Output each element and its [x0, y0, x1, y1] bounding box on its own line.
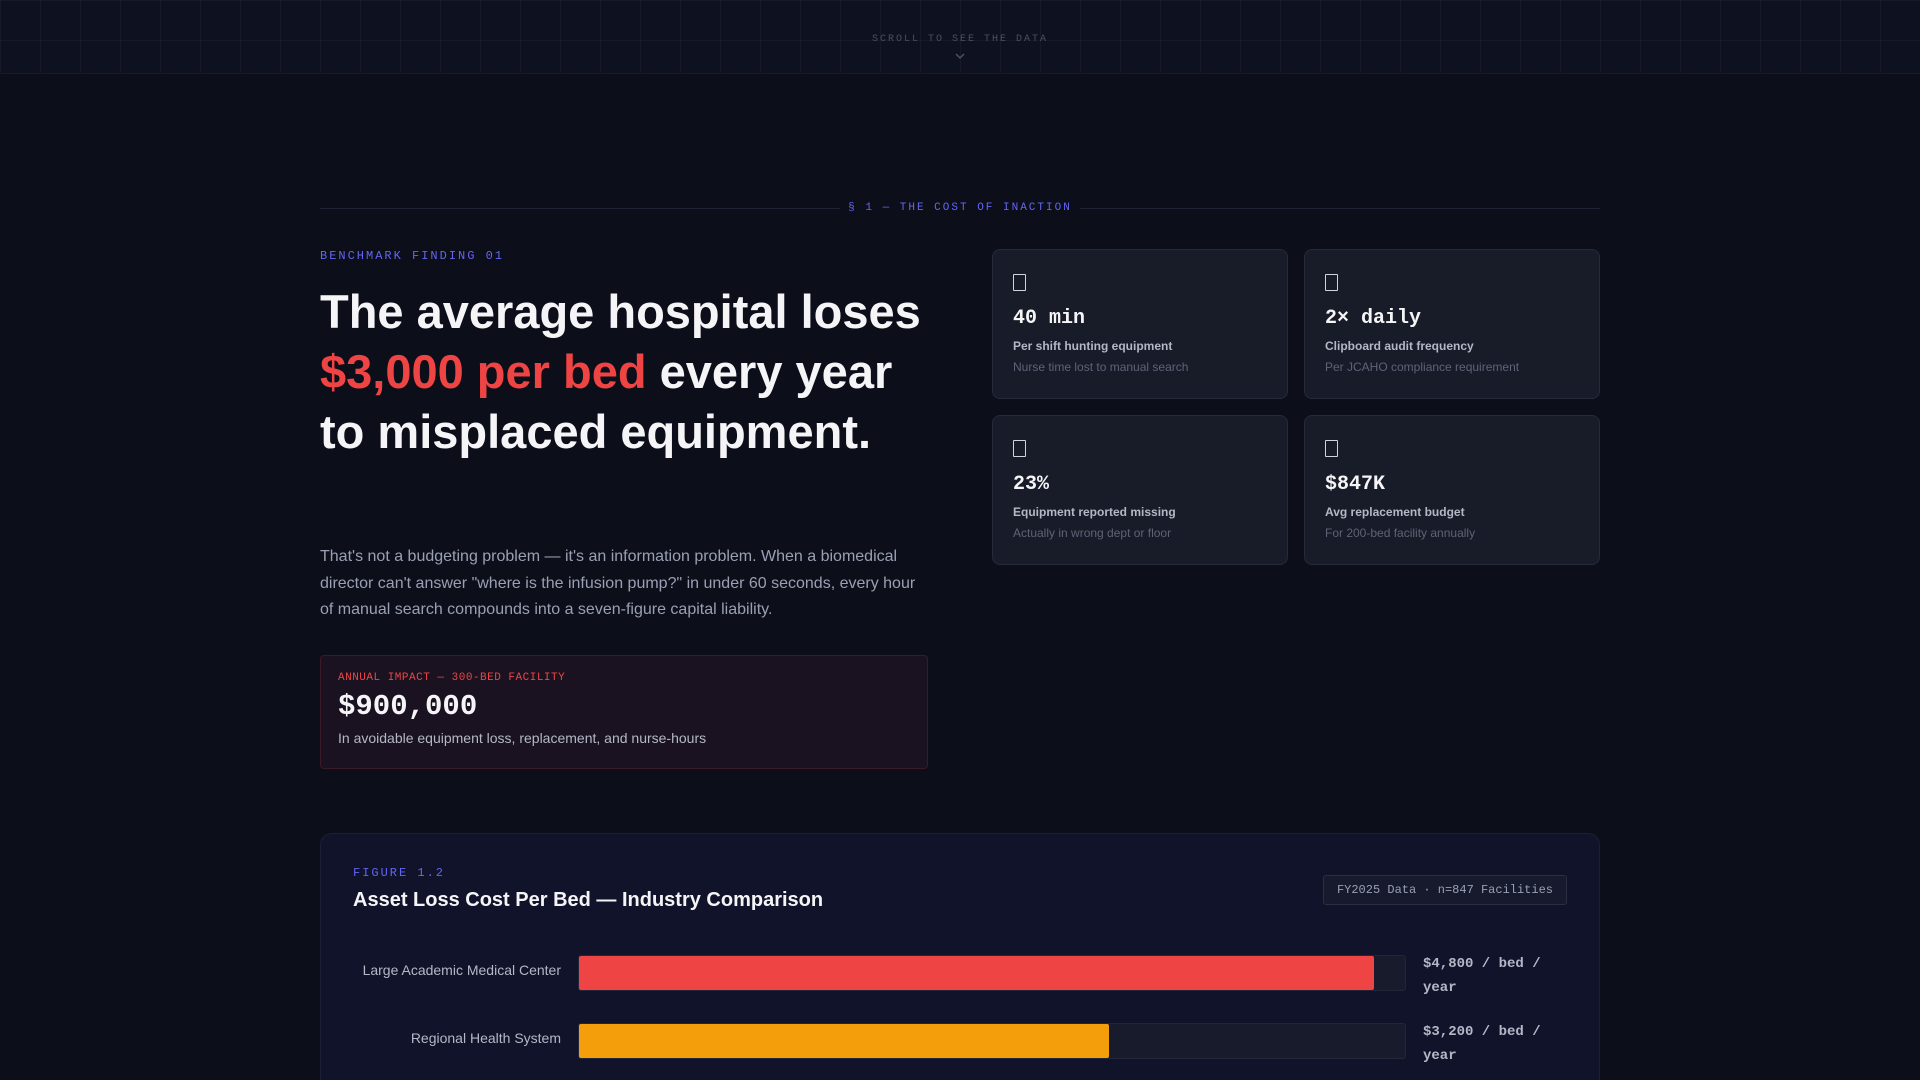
- data-source-badge: FY2025 Data · n=847 Facilities: [1322, 875, 1567, 905]
- stat-title: Per shift hunting equipment: [1013, 339, 1173, 353]
- bar-row: Large Academic Medical Center $4,800 / be…: [321, 952, 1601, 996]
- bar-row: Regional Health System $3,200 / bed / yea…: [321, 1020, 1601, 1064]
- stat-value: 40 min: [1013, 307, 1086, 330]
- stat-card-shift-time: 40 min Per shift hunting equipment Nurse…: [992, 249, 1288, 399]
- stat-card-audit-frequency: 2× daily Clipboard audit frequency Per J…: [1304, 249, 1600, 399]
- bar-category-label: Regional Health System: [410, 1030, 561, 1046]
- stat-subtitle: Nurse time lost to manual search: [1013, 360, 1189, 374]
- clipboard-icon: [1013, 274, 1026, 291]
- clipboard-icon: [1325, 440, 1338, 457]
- stat-value: 2× daily: [1325, 307, 1422, 330]
- bar-value-label: $3,200 / bed / year: [1423, 1024, 1541, 1064]
- stat-subtitle: Actually in wrong dept or floor: [1013, 526, 1172, 540]
- annual-impact-callout: ANNUAL IMPACT — 300-BED FACILITY $900,00…: [320, 655, 928, 769]
- bar: [579, 956, 1374, 990]
- stat-subtitle: Per JCAHO compliance requirement: [1325, 360, 1520, 374]
- impact-label: ANNUAL IMPACT — 300-BED FACILITY: [338, 672, 566, 684]
- bar-category-label: Large Academic Medical Center: [362, 962, 561, 978]
- bar: [579, 1024, 1109, 1058]
- hero-body: That's not a budgeting problem — it's an…: [320, 548, 916, 618]
- chevron-down-icon[interactable]: [954, 50, 966, 62]
- stat-card-replacement-budget: $847K Avg replacement budget For 200-bed…: [1304, 415, 1600, 565]
- headline-accent: $3,000 per bed: [320, 345, 647, 398]
- bar-track: [578, 1023, 1406, 1059]
- section-label: § 1 — THE COST OF INACTION: [848, 202, 1072, 214]
- headline-text: The average hospital loses: [320, 285, 921, 338]
- stat-title: Equipment reported missing: [1013, 505, 1176, 519]
- impact-description: In avoidable equipment loss, replacement…: [338, 730, 707, 746]
- stat-title: Clipboard audit frequency: [1325, 339, 1474, 353]
- bar-value-label: $4,800 / bed / year: [1423, 956, 1541, 996]
- figure-title: Asset Loss Cost Per Bed — Industry Compa…: [353, 889, 824, 911]
- benchmark-eyebrow: BENCHMARK FINDING 01: [320, 249, 505, 263]
- stat-subtitle: For 200-bed facility annually: [1325, 526, 1476, 540]
- scroll-hint: SCROLL TO SEE THE DATA: [871, 34, 1049, 45]
- page-headline: The average hospital loses $3,000 per be…: [320, 282, 940, 462]
- stat-title: Avg replacement budget: [1325, 505, 1465, 519]
- stat-value: 23%: [1013, 473, 1050, 496]
- stat-card-missing-equipment: 23% Equipment reported missing Actually …: [992, 415, 1288, 565]
- bar-track: [578, 955, 1406, 991]
- stat-value: $847K: [1325, 473, 1386, 496]
- clipboard-icon: [1325, 274, 1338, 291]
- impact-value: $900,000: [338, 690, 478, 723]
- figure-eyebrow: FIGURE 1.2: [353, 866, 446, 880]
- clipboard-icon: [1013, 440, 1026, 457]
- figure-card: FIGURE 1.2 Asset Loss Cost Per Bed — Ind…: [320, 833, 1600, 1080]
